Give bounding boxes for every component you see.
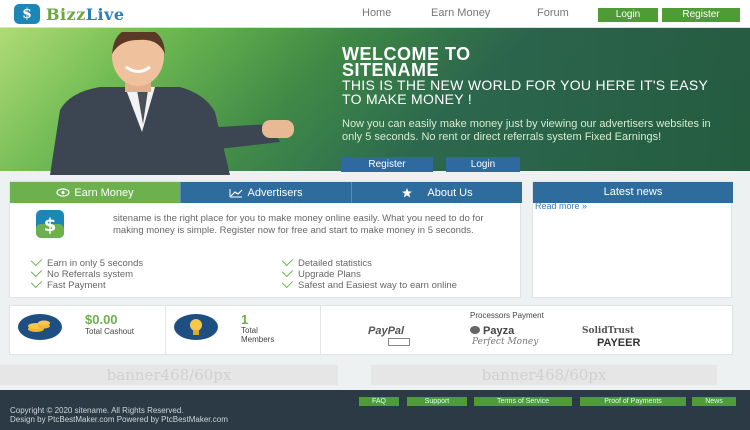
info-panel: Earn Money Advertisers About Us $ sitena… — [9, 181, 522, 298]
footer-copyright: Copyright © 2020 sitename. All Rights Re… — [10, 406, 228, 424]
total-cashout-value: $0.00 — [85, 312, 118, 327]
hero-register-button[interactable]: Register — [341, 157, 433, 172]
total-members-value: 1 — [241, 312, 249, 327]
dollar-logo-icon — [14, 4, 40, 24]
hero-title: WELCOME TO SITENAME — [342, 44, 471, 80]
svg-text:$: $ — [44, 215, 57, 236]
header-login-button[interactable]: Login — [598, 8, 658, 22]
footer-link-faq[interactable]: FAQ — [359, 397, 399, 406]
page: BizzLive Home Earn Money Forum Login Reg… — [0, 0, 750, 430]
check-icon — [281, 254, 294, 267]
coins-icon — [18, 314, 62, 340]
star-icon — [402, 187, 413, 197]
tab-bar: Earn Money Advertisers About Us — [10, 182, 522, 203]
total-members-label: Total Members — [241, 326, 275, 344]
solidtrust-logo: SolidTrust — [582, 326, 635, 336]
processors-title: Processors Payment — [470, 311, 544, 320]
hero-description: Now you can easily make money just by vi… — [342, 118, 711, 143]
feature-item: Upgrade Plans — [281, 265, 361, 280]
tab-earn-money[interactable]: Earn Money — [10, 182, 180, 203]
tab-advertisers[interactable]: Advertisers — [180, 182, 351, 203]
banner-ad-right[interactable]: banner468/60px — [371, 365, 717, 385]
members-icon — [174, 314, 218, 340]
footer-link-support[interactable]: Support — [407, 397, 467, 406]
logo[interactable]: BizzLive — [14, 4, 125, 24]
latest-news-panel: Latest news Read more » — [532, 181, 733, 298]
nav-home[interactable]: Home — [362, 7, 391, 19]
footer-link-proof[interactable]: Proof of Payments — [580, 397, 686, 406]
tab-about-us[interactable]: About Us — [351, 182, 522, 203]
feature-item: Safest and Easiest way to earn online — [281, 276, 503, 291]
banner-ad-left[interactable]: banner468/60px — [0, 365, 338, 385]
payza-logo: Payza — [470, 325, 514, 337]
businessman-image — [30, 32, 320, 175]
chart-icon — [229, 188, 243, 197]
header-register-button[interactable]: Register — [662, 8, 740, 22]
eye-icon — [56, 188, 70, 197]
logo-text: BizzLive — [46, 4, 125, 24]
feature-item: Earn in only 5 seconds — [30, 254, 143, 269]
feature-item: Detailed statistics — [281, 254, 372, 269]
feature-item: No Referrals system — [30, 265, 133, 280]
hero-subtitle: THIS IS THE NEW WORLD FOR YOU HERE IT'S … — [342, 77, 708, 107]
check-icon — [30, 254, 43, 267]
top-header: BizzLive Home Earn Money Forum Login Reg… — [0, 0, 750, 28]
hero-login-button[interactable]: Login — [446, 157, 520, 172]
perfect-money-logo: Perfect Money — [472, 337, 539, 347]
dollar-app-icon: $ — [36, 210, 64, 238]
footer-link-news[interactable]: News — [692, 397, 736, 406]
nav-forum[interactable]: Forum — [537, 7, 569, 19]
footer-link-terms[interactable]: Terms of Service — [474, 397, 572, 406]
paypal-logo: PayPal — [368, 325, 405, 337]
read-more-link[interactable]: Read more » — [535, 201, 587, 211]
card-logos-icon — [388, 338, 410, 346]
feature-item: Fast Payment — [30, 276, 106, 291]
nav-earn-money[interactable]: Earn Money — [431, 7, 490, 19]
latest-news-title: Latest news — [533, 182, 733, 203]
payeer-logo: PAYEER — [597, 337, 641, 349]
total-cashout-label: Total Cashout — [85, 327, 134, 336]
panel-description: sitename is the right place for you to m… — [113, 213, 484, 236]
